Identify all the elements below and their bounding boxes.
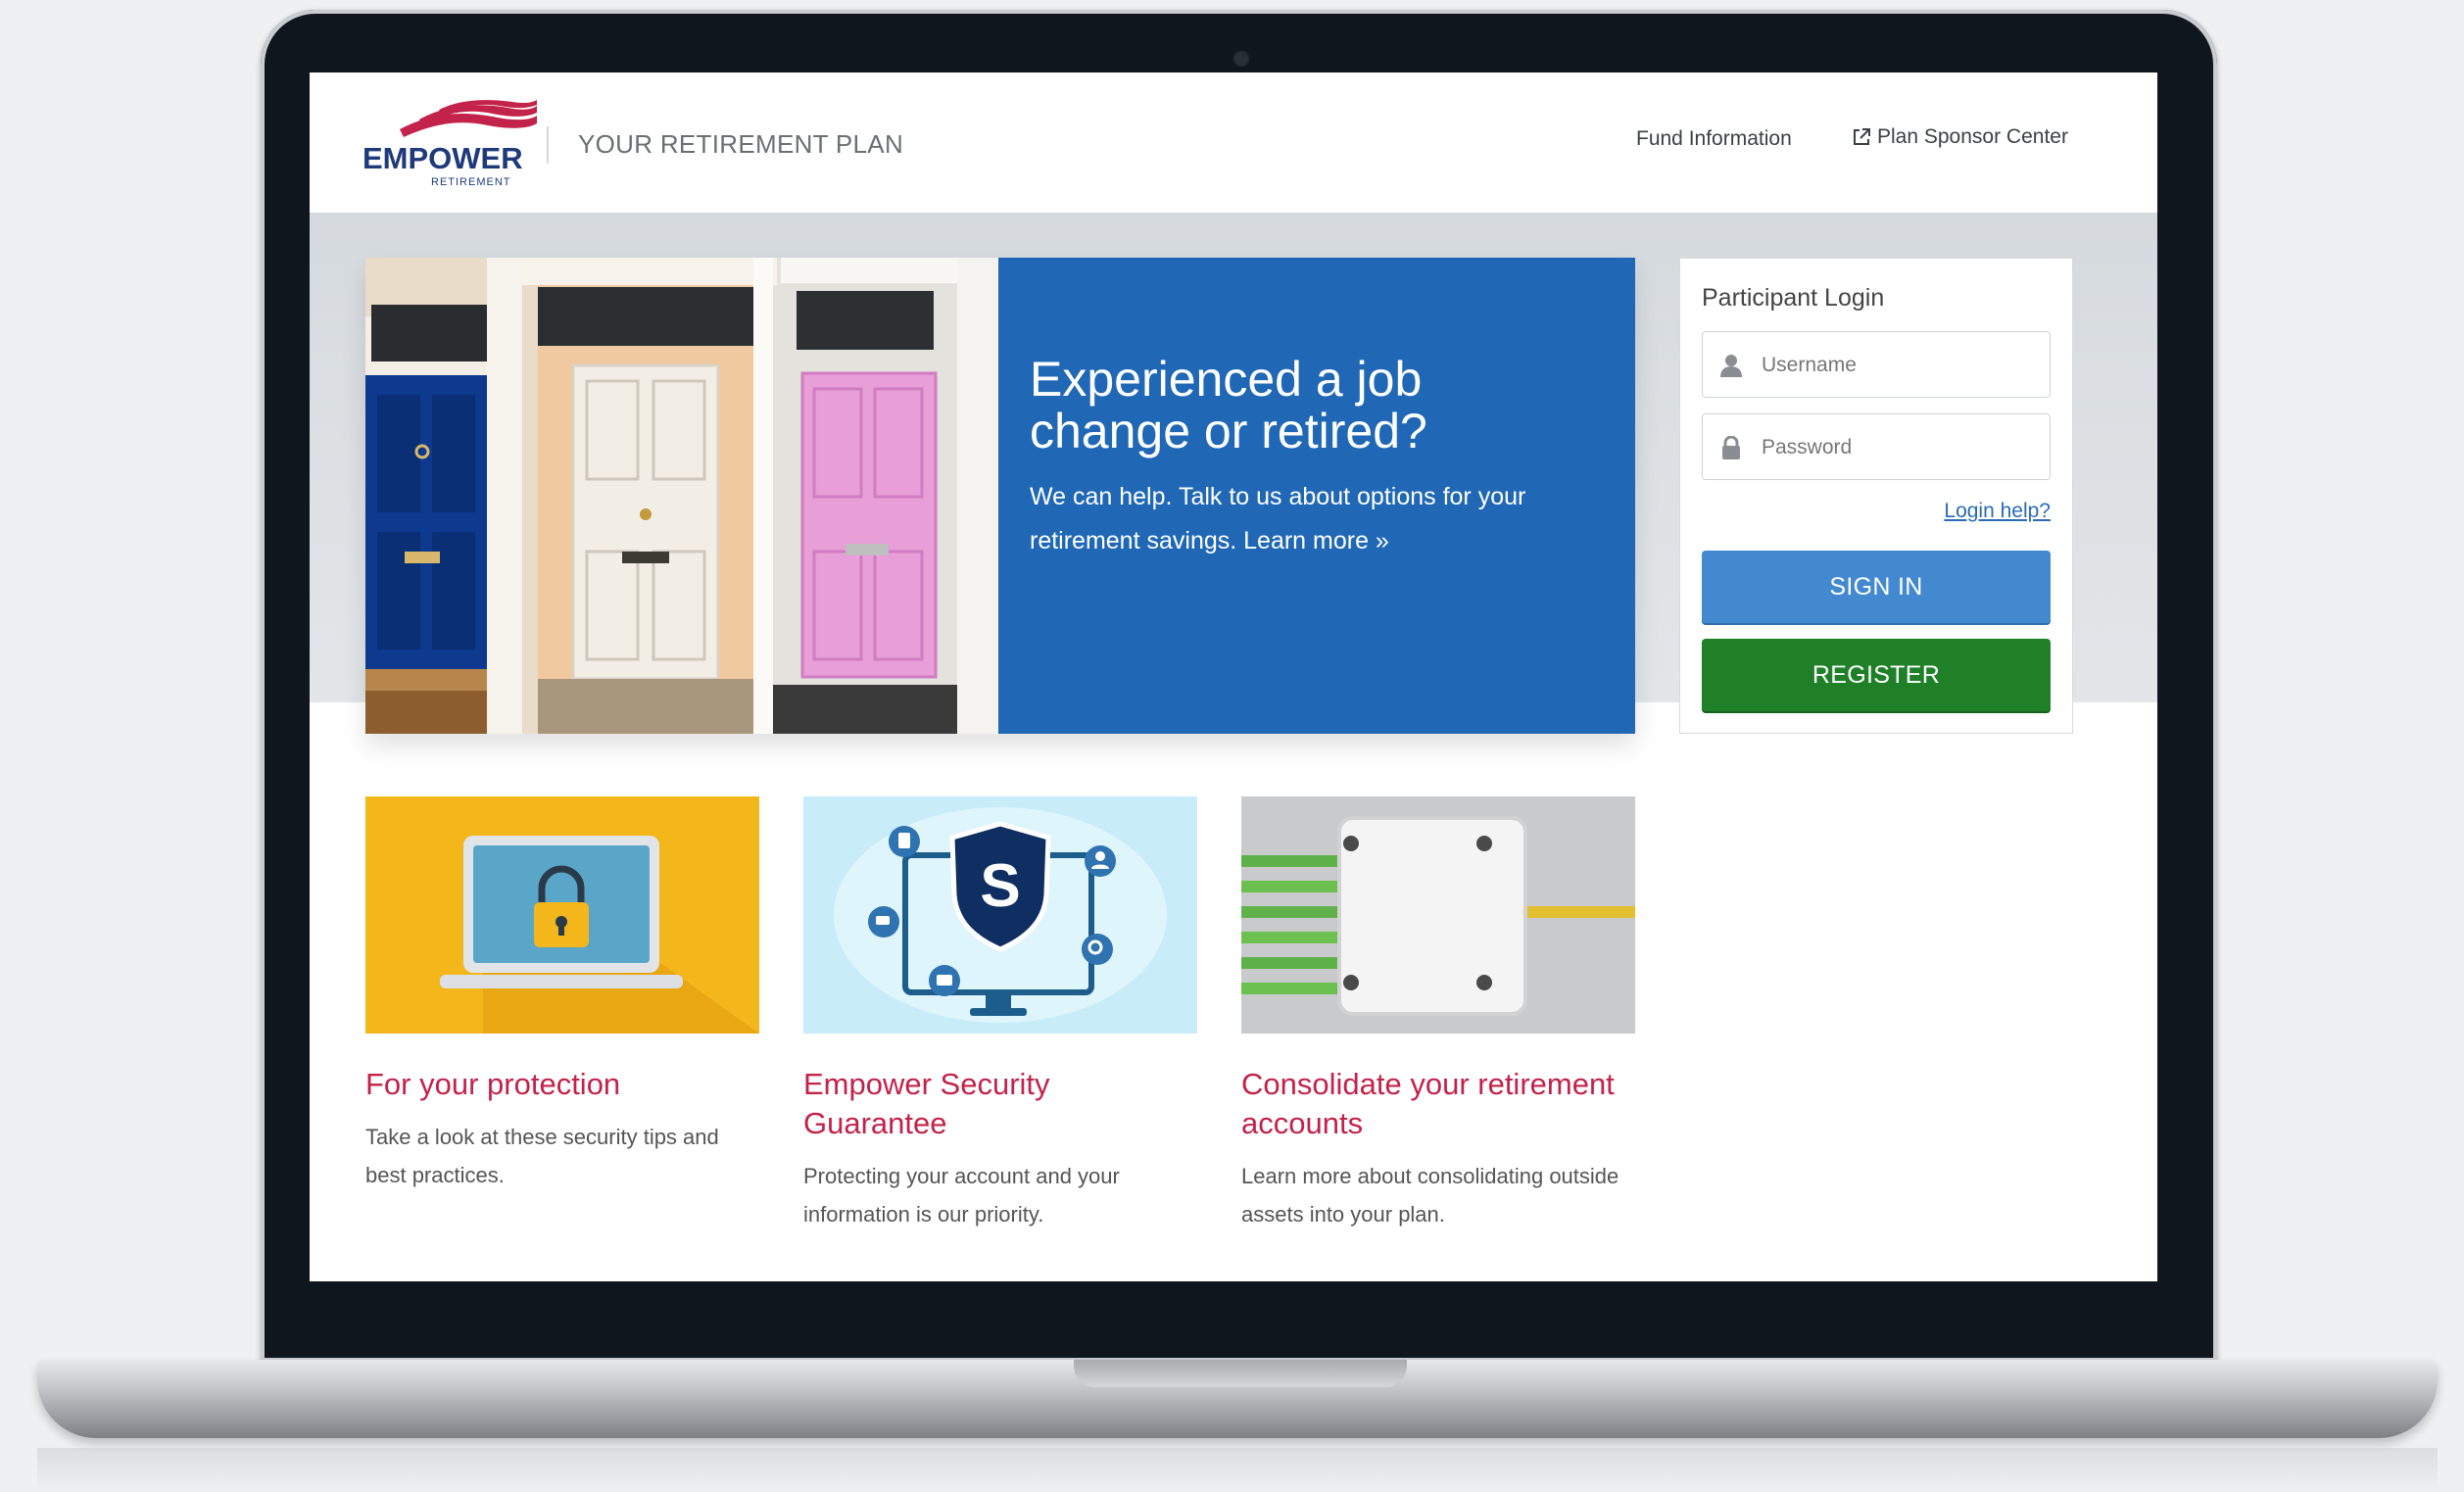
plan-sponsor-center-label: Plan Sponsor Center xyxy=(1877,125,2068,148)
security-guarantee-card-title[interactable]: Empower Security Guarantee xyxy=(803,1065,1197,1143)
security-monitor-image: S xyxy=(803,796,1197,1034)
hero-learn-more-link[interactable]: We can help. Talk to us about options fo… xyxy=(1030,475,1578,563)
consolidate-card-title[interactable]: Consolidate your retirement accounts xyxy=(1241,1065,1635,1143)
sign-in-button[interactable]: SIGN IN xyxy=(1702,551,2051,623)
svg-text:S: S xyxy=(980,852,1020,920)
screen: EMPOWER RETIREMENT YOUR RETIREMENT PLAN … xyxy=(310,72,2157,1281)
password-input[interactable] xyxy=(1760,430,2038,465)
laptop-lock-image xyxy=(365,796,759,1034)
plan-title: YOUR RETIREMENT PLAN xyxy=(578,129,904,159)
plan-sponsor-center-link[interactable]: Plan Sponsor Center xyxy=(1852,125,2068,149)
username-input[interactable] xyxy=(1760,348,2038,383)
protection-card[interactable]: For your protection Take a look at these… xyxy=(365,796,759,1194)
protection-card-title[interactable]: For your protection xyxy=(365,1065,759,1104)
login-title: Participant Login xyxy=(1702,284,1885,312)
hero-title: Experienced a job change or retired? xyxy=(1030,352,1427,458)
logo-wordmark: EMPOWER xyxy=(362,141,523,175)
colorful-doors-image xyxy=(365,258,998,734)
security-guarantee-card-text: Protecting your account and your informa… xyxy=(803,1164,1120,1227)
webcam-icon xyxy=(1232,50,1250,68)
laptop-notch xyxy=(1074,1360,1407,1387)
laptop-reflection xyxy=(37,1448,2438,1492)
fund-information-link[interactable]: Fund Information xyxy=(1636,127,1792,151)
consolidate-card[interactable]: Consolidate your retirement accounts Lea… xyxy=(1241,796,1635,1233)
participant-login-box: Participant Login Login help? SIGN IN RE… xyxy=(1679,258,2073,734)
security-guarantee-card[interactable]: S Empower Security Guarantee Protecting … xyxy=(803,796,1197,1233)
site-header: EMPOWER RETIREMENT YOUR RETIREMENT PLAN … xyxy=(310,72,2157,213)
login-help-link[interactable]: Login help? xyxy=(1944,500,2051,523)
header-divider xyxy=(547,126,549,164)
flag-logo-icon xyxy=(400,100,537,137)
consolidate-card-text: Learn more about consolidating outside a… xyxy=(1241,1164,1619,1227)
external-link-icon xyxy=(1854,128,1870,145)
logo-subtext: RETIREMENT xyxy=(431,176,511,188)
register-button[interactable]: REGISTER xyxy=(1702,639,2051,711)
empower-logo[interactable]: EMPOWER RETIREMENT xyxy=(362,100,537,192)
hero-message-panel: Experienced a job change or retired? We … xyxy=(998,258,1635,734)
password-field[interactable] xyxy=(1702,413,2051,480)
lock-icon xyxy=(1722,436,1740,459)
username-field[interactable] xyxy=(1702,331,2051,398)
protection-card-text: Take a look at these security tips and b… xyxy=(365,1125,719,1187)
junction-box-image xyxy=(1241,796,1635,1034)
hero-banner[interactable]: Experienced a job change or retired? We … xyxy=(365,258,1635,734)
user-icon xyxy=(1720,355,1742,377)
